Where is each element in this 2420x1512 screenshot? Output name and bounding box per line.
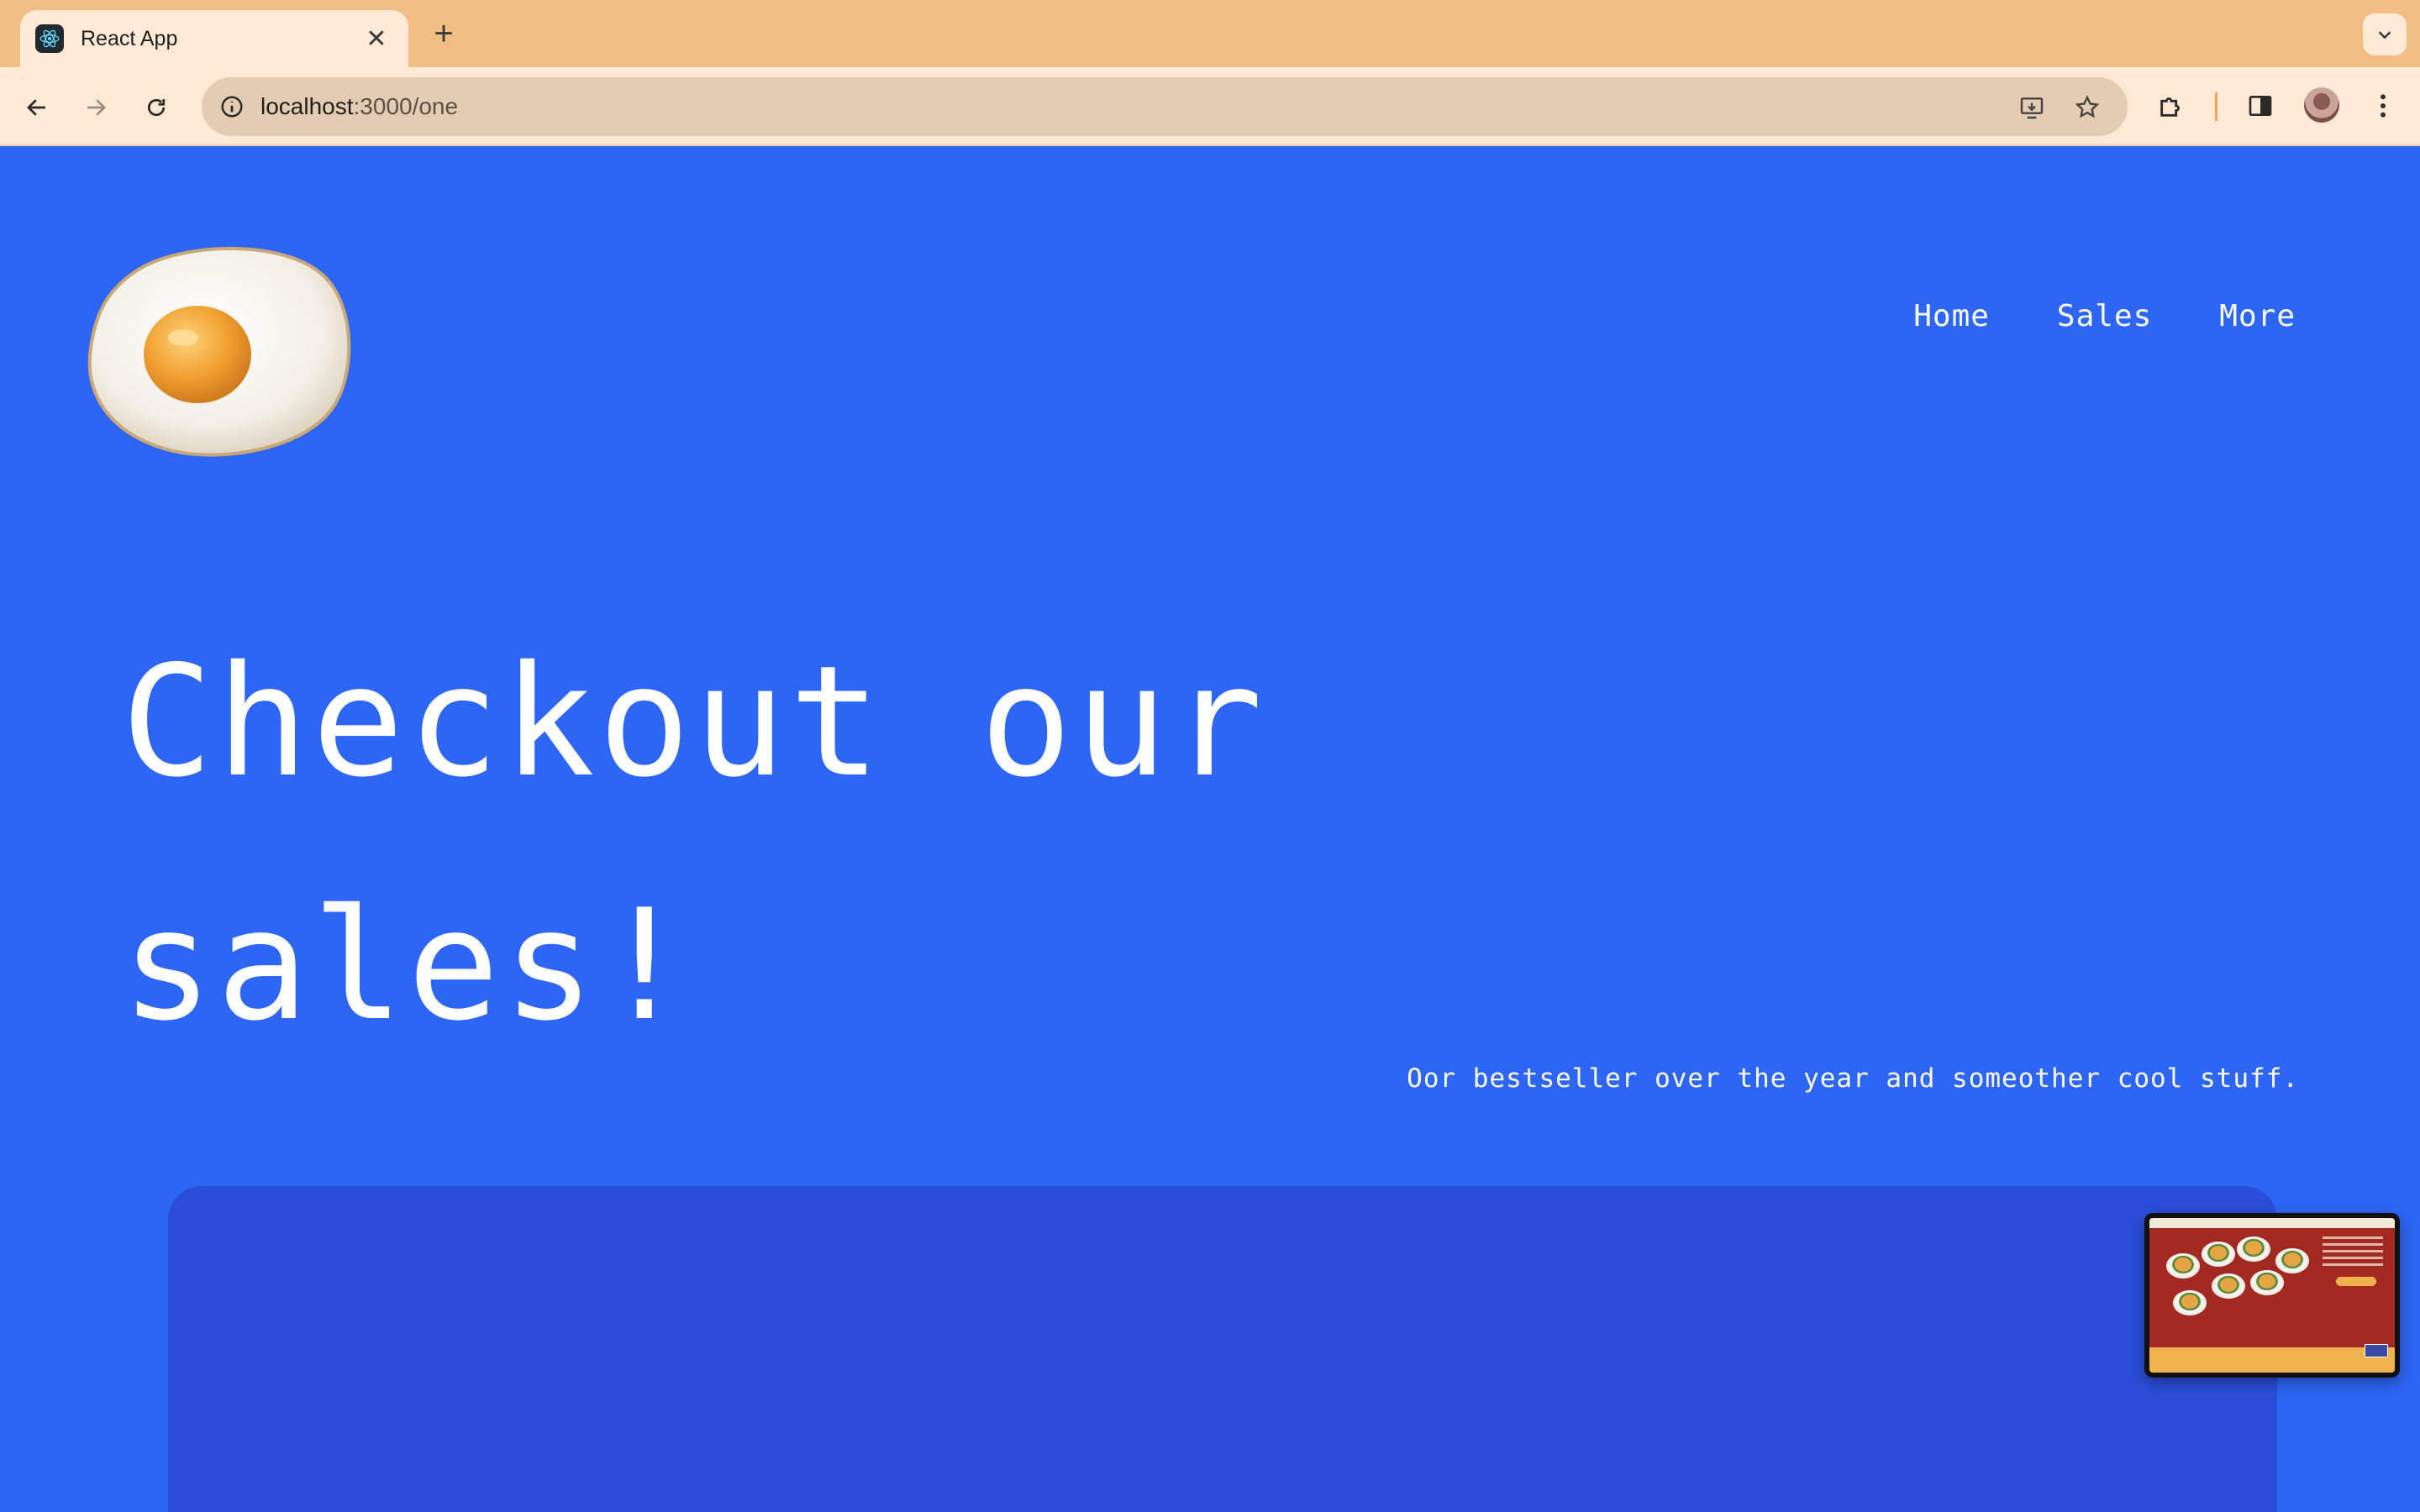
hero-subline: Oor bestseller over the year and someoth… <box>1407 1063 2299 1094</box>
thumbnail-text-line <box>2323 1243 2383 1246</box>
install-app-icon[interactable] <box>2015 91 2049 124</box>
main-nav: Home Sales More <box>1913 299 2296 333</box>
plus-icon[interactable]: + <box>425 15 462 52</box>
reload-icon[interactable] <box>138 89 175 126</box>
back-arrow-icon[interactable] <box>18 89 55 126</box>
browser-toolbar: localhost:3000/one <box>0 67 2420 146</box>
url-text: localhost:3000/one <box>260 93 459 119</box>
thumbnail-text-line <box>2323 1257 2383 1259</box>
bowl-image <box>2212 1273 2245 1299</box>
bowl-image <box>2275 1248 2309 1273</box>
thumbnail-text-line <box>2323 1236 2383 1239</box>
fried-egg-logo[interactable] <box>84 239 355 459</box>
extensions-puzzle-icon[interactable] <box>2153 87 2190 124</box>
address-bar[interactable]: localhost:3000/one <box>202 77 2128 136</box>
bowl-image <box>2237 1236 2270 1262</box>
tab-title: React App <box>81 26 178 50</box>
bowl-image <box>2250 1270 2284 1295</box>
toolbar-divider <box>2215 92 2217 121</box>
bowl-image <box>2173 1290 2207 1315</box>
browser-tab-strip: React App ✕ + <box>0 0 2420 67</box>
thumbnail-footer <box>2149 1347 2395 1373</box>
browser-tab-active[interactable]: React App ✕ <box>20 10 408 67</box>
thumbnail-mini-preview <box>2365 1344 2388 1357</box>
side-panel-icon[interactable] <box>2242 87 2279 124</box>
info-icon[interactable] <box>217 92 247 122</box>
thumbnail-image <box>2149 1218 2395 1373</box>
nav-home-link[interactable]: Home <box>1913 299 1990 333</box>
bowl-image <box>2166 1253 2200 1278</box>
nav-sales-link[interactable]: Sales <box>2057 299 2152 333</box>
profile-avatar[interactable] <box>2304 87 2339 123</box>
bowl-image <box>2202 1242 2235 1267</box>
react-favicon <box>35 24 64 53</box>
sales-card-container <box>168 1186 2277 1512</box>
tab-preview-thumbnail[interactable] <box>2144 1213 2400 1378</box>
thumbnail-button <box>2336 1277 2376 1286</box>
star-icon[interactable] <box>2070 91 2104 124</box>
nav-more-link[interactable]: More <box>2219 299 2296 333</box>
thumbnail-browser-bar <box>2149 1218 2395 1228</box>
page-content: Home Sales More Checkout our sales! Oor … <box>0 146 2420 1512</box>
kebab-menu-icon[interactable] <box>2365 87 2402 124</box>
close-icon[interactable]: ✕ <box>360 24 393 54</box>
hero-headline: Checkout our sales! <box>121 633 1266 1054</box>
chevron-down-icon[interactable] <box>2363 13 2407 55</box>
forward-arrow-icon[interactable] <box>77 89 114 126</box>
thumbnail-text-line <box>2323 1250 2383 1252</box>
thumbnail-text-line <box>2323 1263 2383 1266</box>
